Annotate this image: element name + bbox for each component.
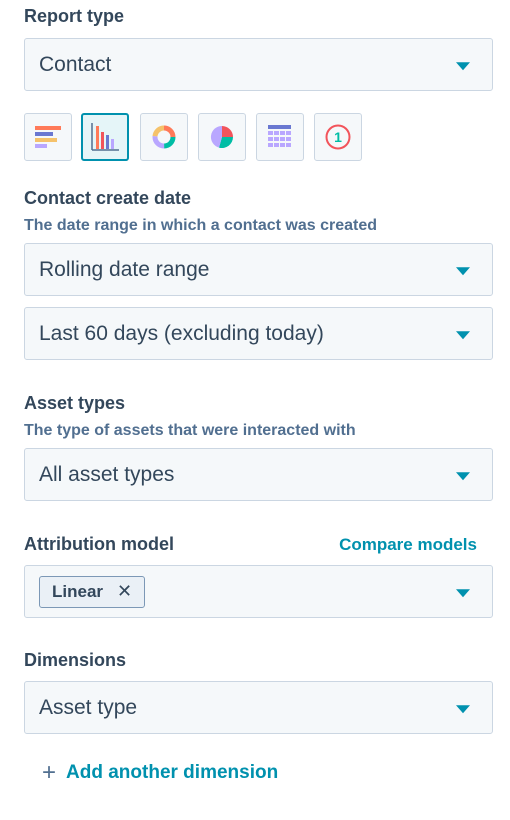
attribution-model-tag: Linear ✕: [39, 575, 146, 608]
attribution-model-select[interactable]: Linear ✕: [24, 565, 493, 618]
add-dimension-label: Add another dimension: [66, 762, 279, 783]
date-range-type-value: Rolling date range: [39, 257, 210, 281]
dimensions-select[interactable]: Asset type: [24, 681, 493, 734]
pie-chart-button[interactable]: [198, 113, 246, 161]
table-grid-icon: [268, 125, 291, 147]
vertical-bar-chart-icon: [91, 123, 119, 151]
donut-chart-icon: [152, 125, 176, 149]
chevron-down-icon: [456, 588, 470, 597]
chevron-down-icon: [456, 471, 470, 480]
date-range-type-select[interactable]: Rolling date range: [24, 243, 493, 296]
date-range-value: Last 60 days (excluding today): [39, 321, 324, 345]
table-button[interactable]: [256, 113, 304, 161]
dimensions-label: Dimensions: [24, 650, 127, 670]
chevron-down-icon: [456, 330, 470, 339]
chevron-down-icon: [456, 266, 470, 275]
compare-models-link[interactable]: Compare models: [339, 535, 477, 555]
report-type-label: Report type: [24, 6, 125, 26]
report-type-select[interactable]: Contact: [24, 38, 493, 91]
asset-types-label: Asset types: [24, 393, 126, 413]
plus-icon: +: [42, 759, 57, 786]
chevron-down-icon: [456, 61, 470, 70]
pie-chart-icon: [210, 125, 234, 149]
chevron-down-icon: [456, 704, 470, 713]
horizontal-bar-chart-icon: [35, 126, 61, 148]
asset-types-value: All asset types: [39, 462, 175, 486]
dimensions-value: Asset type: [39, 695, 138, 719]
single-value-button[interactable]: 1: [314, 113, 362, 161]
donut-chart-button[interactable]: [140, 113, 188, 161]
close-icon[interactable]: ✕: [117, 581, 132, 602]
contact-create-date-help: The date range in which a contact was cr…: [24, 217, 377, 234]
single-value-icon: 1: [325, 124, 351, 150]
single-value-text: 1: [334, 129, 342, 145]
attribution-model-label: Attribution model: [24, 534, 174, 554]
vertical-bar-chart-button[interactable]: [81, 113, 129, 161]
horizontal-bar-chart-button[interactable]: [24, 113, 72, 161]
date-range-value-select[interactable]: Last 60 days (excluding today): [24, 307, 493, 360]
asset-types-help: The type of assets that were interacted …: [24, 422, 356, 439]
asset-types-select[interactable]: All asset types: [24, 448, 493, 501]
attribution-model-tag-label: Linear: [52, 581, 104, 601]
contact-create-date-label: Contact create date: [24, 188, 192, 208]
report-type-value: Contact: [39, 52, 112, 76]
add-dimension-button[interactable]: + Add another dimension: [42, 760, 278, 786]
